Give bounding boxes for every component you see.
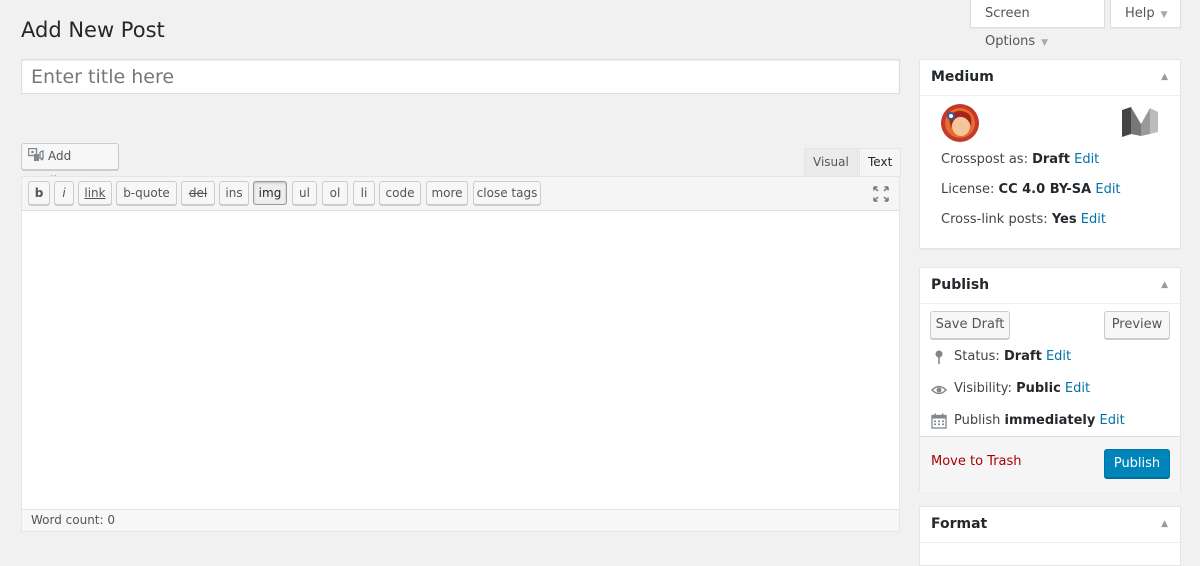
- visibility-label: Visibility:: [954, 381, 1012, 396]
- license-label: License:: [941, 182, 995, 197]
- status-value: Draft: [1003, 349, 1042, 364]
- license-value: CC 4.0 BY-SA: [998, 182, 1092, 197]
- collapse-arrow-icon[interactable]: ▲: [1161, 507, 1168, 541]
- help-button[interactable]: Help ▼: [1110, 0, 1181, 28]
- status-edit-link[interactable]: Edit: [1046, 349, 1071, 364]
- quicktag-code-button[interactable]: code: [379, 181, 421, 205]
- crosspost-edit-link[interactable]: Edit: [1074, 152, 1099, 167]
- page-title: Add New Post: [21, 18, 165, 42]
- fullscreen-icon[interactable]: [873, 186, 889, 202]
- quicktag-link-button[interactable]: link: [78, 181, 112, 205]
- media-icon: [28, 148, 44, 161]
- save-draft-button[interactable]: Save Draft: [930, 311, 1010, 339]
- collapse-arrow-icon[interactable]: ▲: [1161, 268, 1168, 302]
- post-title-input[interactable]: [21, 59, 900, 94]
- crosspost-value: Draft: [1032, 152, 1070, 167]
- crosspost-label: Crosspost as:: [941, 152, 1028, 167]
- tab-text[interactable]: Text: [859, 148, 902, 176]
- quicktag-close-tags-button[interactable]: close tags: [473, 181, 541, 205]
- crosslink-edit-link[interactable]: Edit: [1081, 212, 1106, 227]
- chevron-down-icon: ▼: [1041, 38, 1049, 48]
- publish-box: Publish ▲ Save Draft Preview Status: Dra…: [919, 267, 1181, 492]
- publish-box-title: Publish: [931, 277, 990, 293]
- calendar-icon: [931, 413, 947, 429]
- move-to-trash-link[interactable]: Move to Trash: [931, 454, 1022, 469]
- word-count: Word count: 0: [22, 509, 899, 531]
- publish-schedule-label: Publish: [954, 413, 1001, 428]
- chevron-down-icon: ▼: [1160, 10, 1168, 20]
- screen-options-button[interactable]: Screen Options ▼: [970, 0, 1105, 49]
- post-content-textarea[interactable]: [22, 211, 899, 509]
- post-editor: b i link b-quote del ins img ul ol li co…: [21, 176, 900, 532]
- avatar: [941, 104, 979, 142]
- quicktag-more-button[interactable]: more: [426, 181, 468, 205]
- add-media-button[interactable]: Add Media: [21, 143, 119, 188]
- quicktag-bquote-button[interactable]: b-quote: [116, 181, 177, 205]
- publish-schedule-value: immediately: [1004, 413, 1096, 428]
- visibility-edit-link[interactable]: Edit: [1065, 381, 1090, 396]
- screen-options-label: Screen Options: [985, 6, 1036, 49]
- visibility-row: Visibility: Public Edit: [954, 381, 1090, 396]
- medium-box-title: Medium: [931, 69, 994, 85]
- medium-box: Medium ▲ Crosspost as: Draft Edit Licens…: [919, 59, 1181, 249]
- collapse-arrow-icon[interactable]: ▲: [1161, 60, 1168, 94]
- publish-schedule-row: Publish immediately Edit: [954, 413, 1125, 428]
- preview-button[interactable]: Preview: [1104, 311, 1170, 339]
- quicktags-toolbar: b i link b-quote del ins img ul ol li co…: [22, 177, 899, 211]
- quicktag-del-button[interactable]: del: [181, 181, 215, 205]
- status-row: Status: Draft Edit: [954, 349, 1071, 364]
- format-box-title: Format: [931, 516, 988, 532]
- quicktag-img-button[interactable]: img: [253, 181, 287, 205]
- crosslink-value: Yes: [1051, 212, 1077, 227]
- publish-schedule-edit-link[interactable]: Edit: [1100, 413, 1125, 428]
- crosslink-row: Cross-link posts: Yes Edit: [941, 212, 1106, 227]
- medium-logo-icon: [1122, 107, 1158, 137]
- visibility-value: Public: [1016, 381, 1061, 396]
- quicktag-ins-button[interactable]: ins: [219, 181, 249, 205]
- crosspost-row: Crosspost as: Draft Edit: [941, 152, 1099, 167]
- quicktag-ul-button[interactable]: ul: [292, 181, 317, 205]
- status-label: Status:: [954, 349, 1000, 364]
- format-box: Format ▲: [919, 506, 1181, 566]
- pin-icon: [935, 350, 943, 364]
- publish-box-header[interactable]: Publish ▲: [920, 268, 1180, 304]
- quicktag-li-button[interactable]: li: [353, 181, 375, 205]
- crosslink-label: Cross-link posts:: [941, 212, 1048, 227]
- medium-box-header[interactable]: Medium ▲: [920, 60, 1180, 96]
- quicktag-bold-button[interactable]: b: [28, 181, 50, 205]
- tab-visual[interactable]: Visual: [804, 148, 858, 176]
- license-row: License: CC 4.0 BY-SA Edit: [941, 182, 1121, 197]
- format-box-header[interactable]: Format ▲: [920, 507, 1180, 543]
- license-edit-link[interactable]: Edit: [1095, 182, 1120, 197]
- help-label: Help: [1125, 6, 1155, 21]
- eye-icon: [931, 385, 947, 395]
- publish-button[interactable]: Publish: [1104, 449, 1170, 478]
- quicktag-ol-button[interactable]: ol: [322, 181, 348, 205]
- quicktag-italic-button[interactable]: i: [54, 181, 74, 205]
